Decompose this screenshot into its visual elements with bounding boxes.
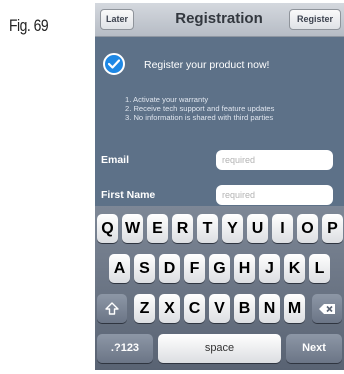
figure-caption: Fig. 69	[9, 16, 49, 35]
key-k[interactable]: K	[284, 254, 305, 283]
page-title: Registration	[175, 10, 263, 27]
numbers-key[interactable]: .?123	[97, 334, 153, 363]
key-l[interactable]: L	[309, 254, 330, 283]
key-r[interactable]: R	[172, 214, 193, 243]
key-g[interactable]: G	[209, 254, 230, 283]
benefit-item: 3. No information is shared with third p…	[125, 113, 274, 122]
first-name-label: First Name	[101, 189, 156, 201]
phone-screen: Later Registration Register Register you…	[95, 3, 344, 370]
key-z[interactable]: Z	[134, 294, 155, 323]
key-q[interactable]: Q	[97, 214, 118, 243]
key-v[interactable]: V	[209, 294, 230, 323]
benefits-list: 1. Activate your warranty 2. Receive tec…	[125, 95, 274, 122]
next-key[interactable]: Next	[286, 334, 342, 363]
navigation-bar: Later Registration Register	[95, 3, 344, 37]
first-name-field[interactable]: required	[216, 185, 333, 205]
registration-content: Register your product now! 1. Activate y…	[95, 37, 344, 207]
key-o[interactable]: O	[297, 214, 318, 243]
email-label: Email	[101, 154, 130, 166]
key-i[interactable]: I	[272, 214, 293, 243]
keyboard: Q W E R T Y U I O P A S D F G H J K L Z …	[95, 206, 344, 370]
checkmark-icon	[103, 53, 125, 75]
benefit-item: 1. Activate your warranty	[125, 95, 209, 104]
delete-key[interactable]	[312, 294, 342, 323]
headline: Register your product now!	[144, 59, 270, 71]
key-p[interactable]: P	[322, 214, 343, 243]
shift-key[interactable]	[97, 294, 127, 323]
space-key[interactable]: space	[158, 334, 281, 363]
key-y[interactable]: Y	[222, 214, 243, 243]
key-s[interactable]: S	[134, 254, 155, 283]
key-d[interactable]: D	[159, 254, 180, 283]
key-j[interactable]: J	[259, 254, 280, 283]
key-h[interactable]: H	[234, 254, 255, 283]
later-button[interactable]: Later	[100, 9, 134, 30]
email-field[interactable]: required	[216, 150, 333, 170]
key-f[interactable]: F	[184, 254, 205, 283]
key-e[interactable]: E	[147, 214, 168, 243]
key-x[interactable]: X	[159, 294, 180, 323]
shift-icon	[105, 302, 119, 315]
register-button[interactable]: Register	[289, 9, 341, 30]
delete-icon	[319, 304, 335, 314]
benefit-item: 2. Receive tech support and feature upda…	[125, 104, 275, 113]
key-a[interactable]: A	[109, 254, 130, 283]
key-b[interactable]: B	[234, 294, 255, 323]
key-c[interactable]: C	[184, 294, 205, 323]
key-n[interactable]: N	[259, 294, 280, 323]
key-m[interactable]: M	[284, 294, 305, 323]
key-t[interactable]: T	[197, 214, 218, 243]
key-u[interactable]: U	[247, 214, 268, 243]
key-w[interactable]: W	[122, 214, 143, 243]
